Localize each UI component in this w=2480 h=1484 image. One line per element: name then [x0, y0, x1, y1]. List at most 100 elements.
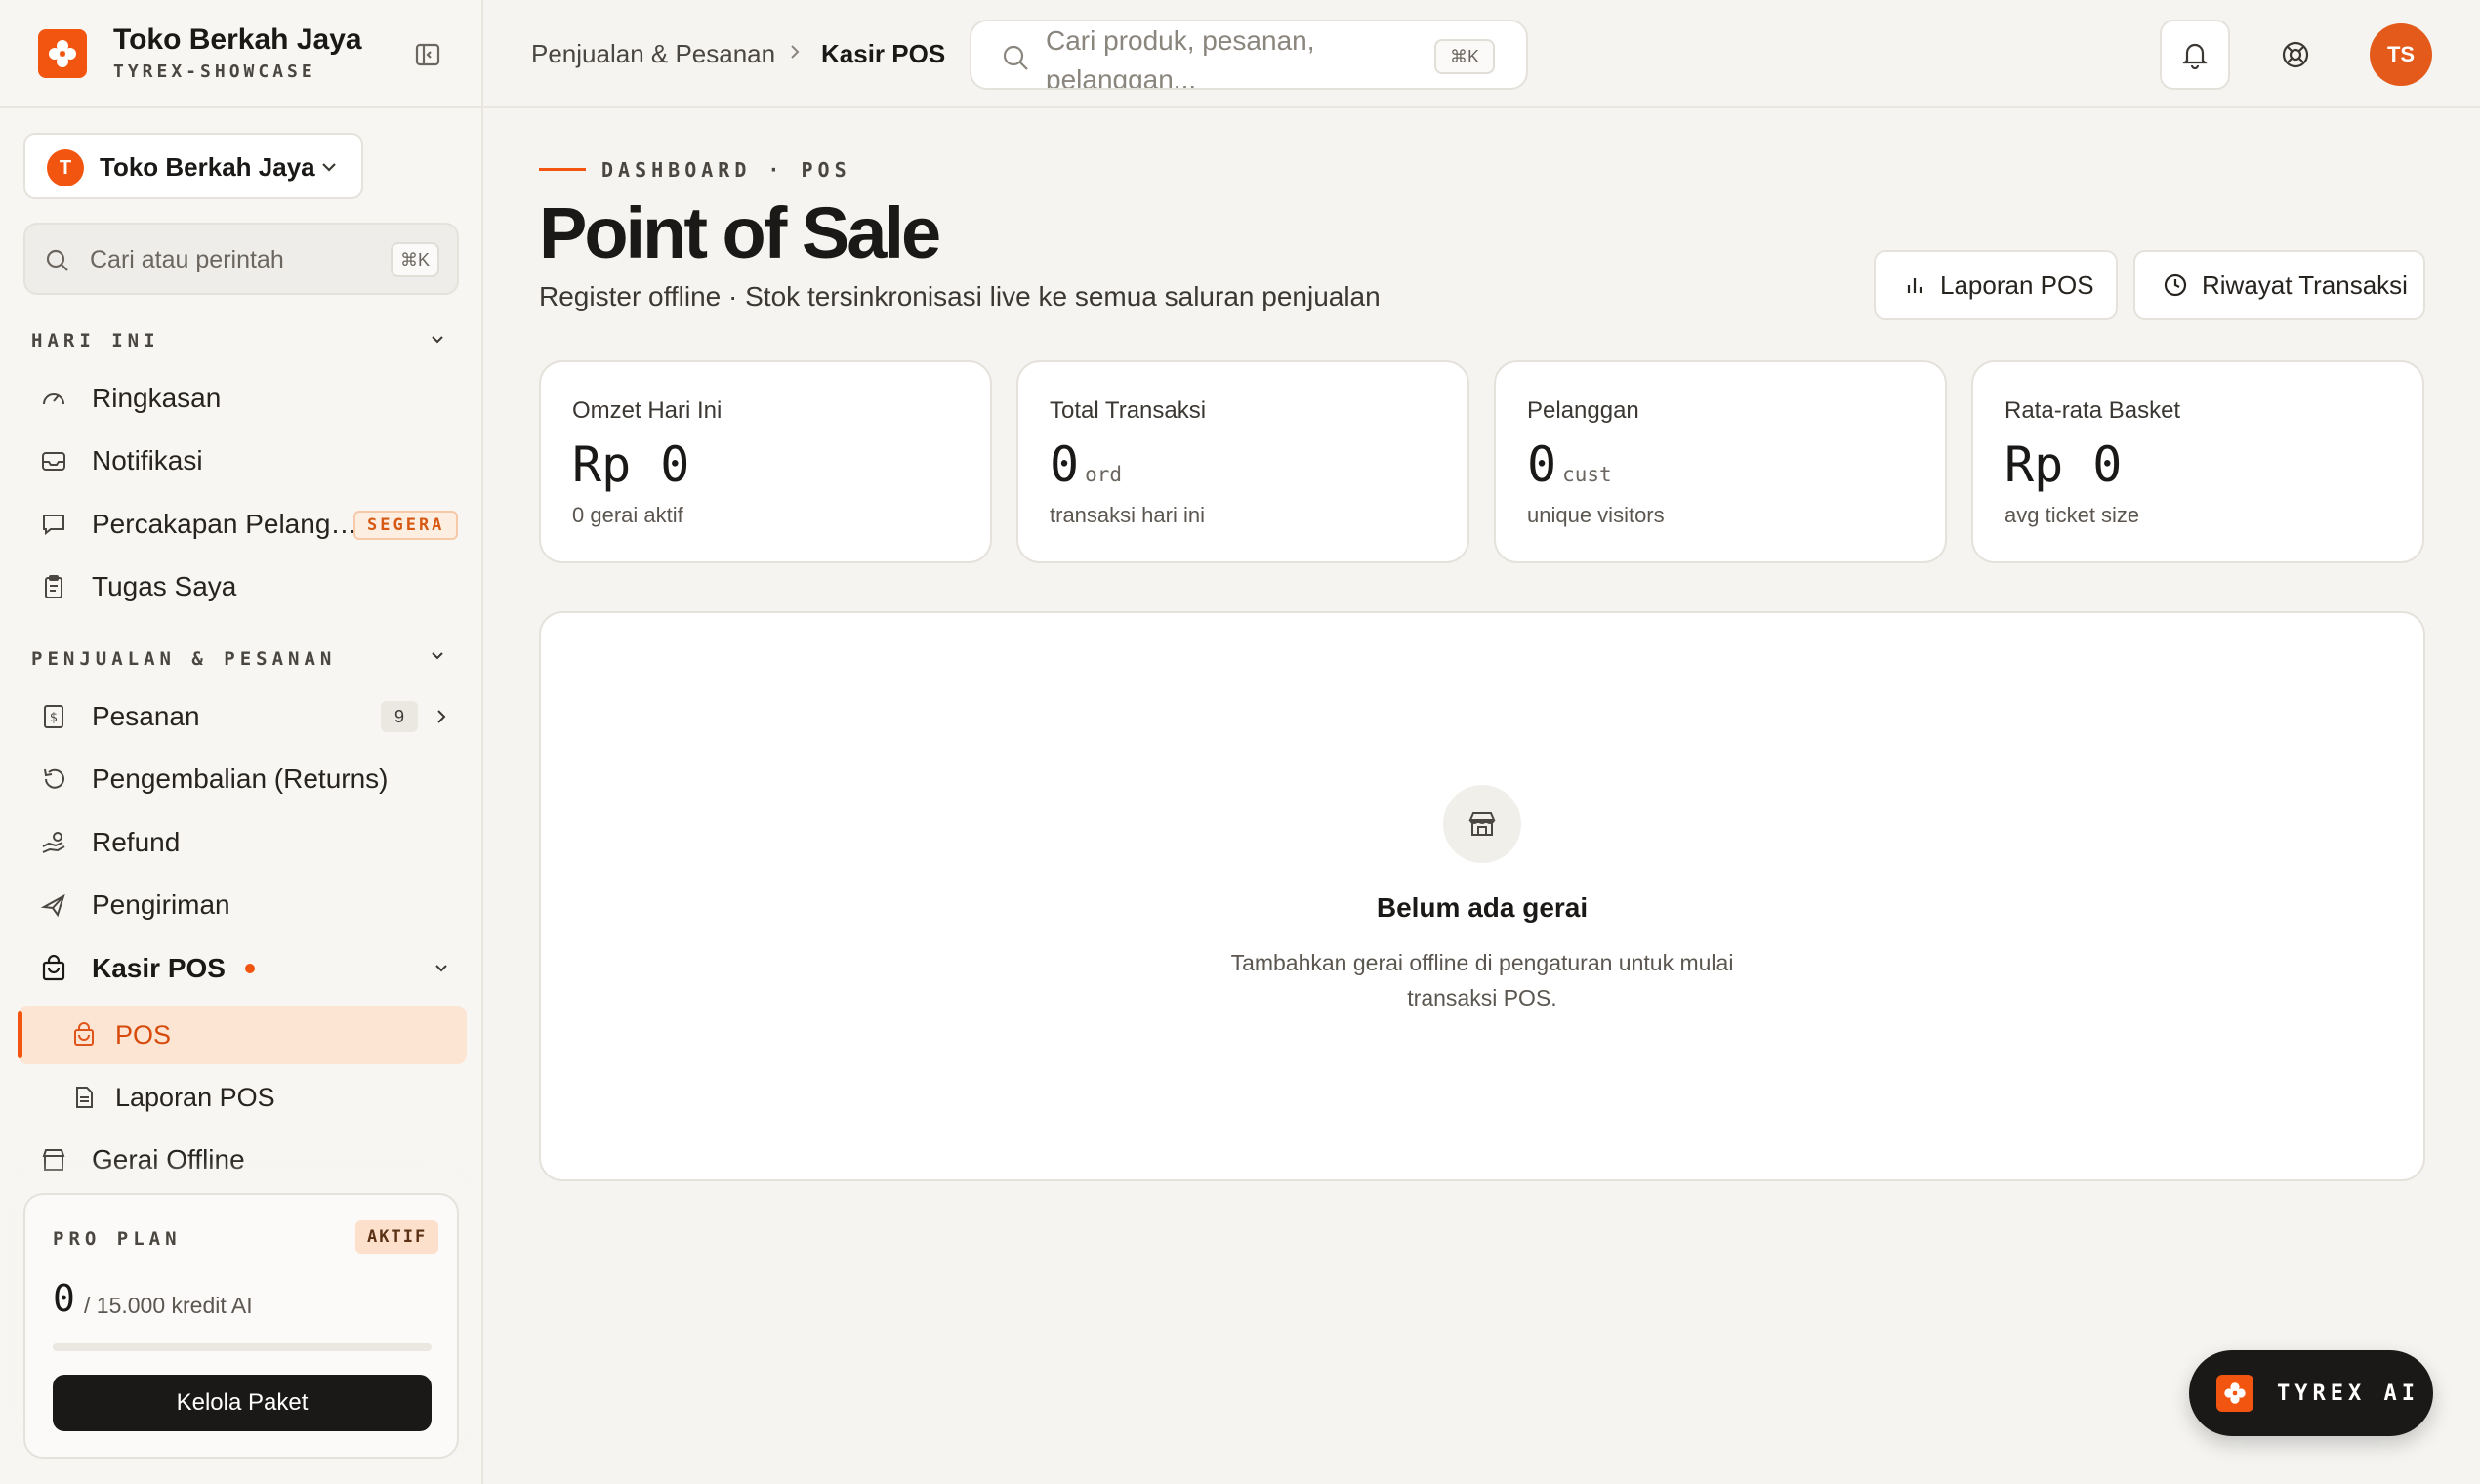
stat-unit: cust	[1562, 463, 1612, 486]
sidebar-item-percakapan[interactable]: Percakapan Pelang… SEGERA	[39, 501, 469, 548]
sidebar-item-label: Ringkasan	[92, 383, 222, 413]
active-dot	[244, 964, 255, 973]
stat-label: Pelanggan	[1527, 397, 1639, 424]
plan-title: PRO PLAN	[53, 1228, 182, 1250]
brand-header: Toko Berkah Jaya TYREX-SHOWCASE	[0, 0, 481, 108]
gauge-icon	[39, 384, 68, 413]
sidebar-item-label: Pengiriman	[92, 889, 230, 920]
sidebar: Toko Berkah Jaya TYREX-SHOWCASE T Toko B…	[0, 0, 483, 1484]
document-icon	[70, 1084, 98, 1111]
sidebar-subitem-label: POS	[115, 1019, 172, 1050]
section-penjualan: PENJUALAN & PESANAN	[31, 648, 337, 670]
stat-value-number: Rp 0	[2005, 436, 2123, 493]
bar-chart-icon	[1903, 273, 1926, 297]
page-eyebrow: DASHBOARD · POS	[601, 158, 851, 182]
empty-state-title: Belum ada gerai	[1376, 892, 1589, 923]
sidebar-item-gerai-offline[interactable]: Gerai Offline	[39, 1136, 469, 1183]
plan-credits-total: / 15.000 kredit AI	[84, 1293, 253, 1318]
sidebar-item-pesanan[interactable]: $ Pesanan 9	[39, 693, 469, 740]
breadcrumb-parent[interactable]: Penjualan & Pesanan	[531, 39, 775, 69]
page-title: Point of Sale	[539, 192, 941, 273]
chat-icon	[39, 510, 68, 539]
sidebar-item-label: Tugas Saya	[92, 571, 237, 601]
stat-card-basket: Rata-rata Basket Rp 0 avg ticket size	[1971, 360, 2424, 563]
sidebar-item-label: Pengembalian (Returns)	[92, 763, 389, 794]
store-switcher[interactable]: T Toko Berkah Jaya	[23, 133, 363, 199]
bell-icon	[2182, 43, 2208, 69]
search-icon	[1001, 43, 1030, 72]
tyrex-ai-button[interactable]: TYREX AI	[2189, 1350, 2433, 1436]
receipt-icon: $	[39, 702, 68, 731]
stat-label: Rata-rata Basket	[2005, 397, 2181, 424]
pos-report-button[interactable]: Laporan POS	[1874, 250, 2118, 320]
orders-count-badge: 9	[381, 701, 418, 732]
sidebar-item-notifikasi[interactable]: Notifikasi	[39, 437, 469, 484]
sidebar-item-refund[interactable]: Refund	[39, 819, 469, 866]
stat-card-omzet: Omzet Hari Ini Rp 0 0 gerai aktif	[539, 360, 992, 563]
section-today-chevron-icon[interactable]	[428, 330, 447, 350]
stat-note: 0 gerai aktif	[572, 503, 683, 527]
stat-value: Rp 0	[572, 436, 689, 493]
stat-value: 0 cust	[1527, 436, 1612, 493]
undo-icon	[39, 764, 68, 794]
breadcrumb-current: Kasir POS	[821, 39, 946, 68]
pos-report-label: Laporan POS	[1940, 269, 2094, 300]
transaction-history-button[interactable]: Riwayat Transaksi	[2133, 250, 2425, 320]
hand-coin-icon	[39, 828, 68, 857]
sidebar-collapse-icon[interactable]	[414, 41, 441, 68]
sidebar-item-pengembalian[interactable]: Pengembalian (Returns)	[39, 756, 469, 803]
stat-card-transaksi: Total Transaksi 0 ord transaksi hari ini	[1016, 360, 1469, 563]
notifications-button[interactable]	[2160, 20, 2230, 90]
sidebar-item-tugas[interactable]: Tugas Saya	[39, 563, 469, 610]
chevron-right-icon	[432, 707, 451, 726]
bag-icon	[70, 1021, 98, 1049]
global-search-input[interactable]: Cari produk, pesanan, pelanggan... ⌘K	[970, 20, 1528, 90]
stat-label: Omzet Hari Ini	[572, 397, 723, 424]
lifebuoy-icon	[2282, 41, 2309, 68]
empty-state-panel: Belum ada gerai Tambahkan gerai offline …	[539, 611, 2425, 1181]
sidebar-item-label: Kasir POS	[92, 953, 226, 983]
global-search-placeholder: Cari produk, pesanan, pelanggan...	[1046, 25, 1315, 90]
plan-card: PRO PLAN AKTIF 0 / 15.000 kredit AI Kelo…	[23, 1193, 459, 1459]
manage-plan-button[interactable]: Kelola Paket	[53, 1375, 432, 1431]
clock-icon	[2163, 272, 2188, 298]
stat-value-number: 0	[1050, 436, 1080, 493]
chevron-down-icon	[318, 156, 340, 178]
store-name: Toko Berkah Jaya	[100, 152, 315, 182]
chevron-right-icon	[786, 43, 804, 61]
chevron-down-icon	[432, 959, 451, 978]
plan-usage-bar	[53, 1343, 432, 1351]
search-icon	[45, 248, 70, 273]
stat-card-pelanggan: Pelanggan 0 cust unique visitors	[1494, 360, 1947, 563]
sidebar-subitem-label: Laporan POS	[115, 1082, 275, 1112]
inbox-icon	[39, 446, 68, 475]
store-icon	[1443, 785, 1521, 863]
sidebar-item-kasir-pos[interactable]: Kasir POS	[39, 945, 469, 992]
svg-text:$: $	[50, 711, 58, 725]
user-avatar[interactable]: TS	[2370, 23, 2432, 86]
brand-subtitle: TYREX-SHOWCASE	[113, 62, 316, 82]
stat-label: Total Transaksi	[1050, 397, 1207, 424]
sidebar-item-pengiriman[interactable]: Pengiriman	[39, 882, 469, 928]
coming-soon-badge: SEGERA	[353, 511, 459, 540]
sidebar-subitem-pos[interactable]: POS	[18, 1006, 467, 1064]
help-button[interactable]	[2260, 20, 2331, 90]
global-search-shortcut: ⌘K	[1434, 39, 1495, 74]
shopping-bag-icon	[39, 954, 68, 983]
sidebar-search-placeholder: Cari atau perintah	[90, 246, 284, 273]
stat-value: Rp 0	[2005, 436, 2122, 493]
store-avatar: T	[47, 149, 84, 186]
brand-logo-icon[interactable]	[38, 29, 87, 78]
sidebar-item-ringkasan[interactable]: Ringkasan	[39, 375, 469, 422]
store-icon	[39, 1145, 68, 1175]
stat-value: 0 ord	[1050, 436, 1122, 493]
stat-note: transaksi hari ini	[1050, 503, 1205, 527]
plan-credits-used: 0	[53, 1277, 75, 1320]
sidebar-search[interactable]: Cari atau perintah ⌘K	[23, 223, 459, 295]
tyrex-ai-label: TYREX AI	[2277, 1381, 2419, 1406]
topbar: Penjualan & Pesanan Kasir POS Cari produ…	[483, 0, 2480, 108]
sidebar-subitem-laporan-pos[interactable]: Laporan POS	[18, 1068, 467, 1127]
stat-unit: ord	[1085, 463, 1123, 486]
section-sales-chevron-icon[interactable]	[428, 646, 447, 666]
sidebar-item-label: Pesanan	[92, 701, 200, 731]
